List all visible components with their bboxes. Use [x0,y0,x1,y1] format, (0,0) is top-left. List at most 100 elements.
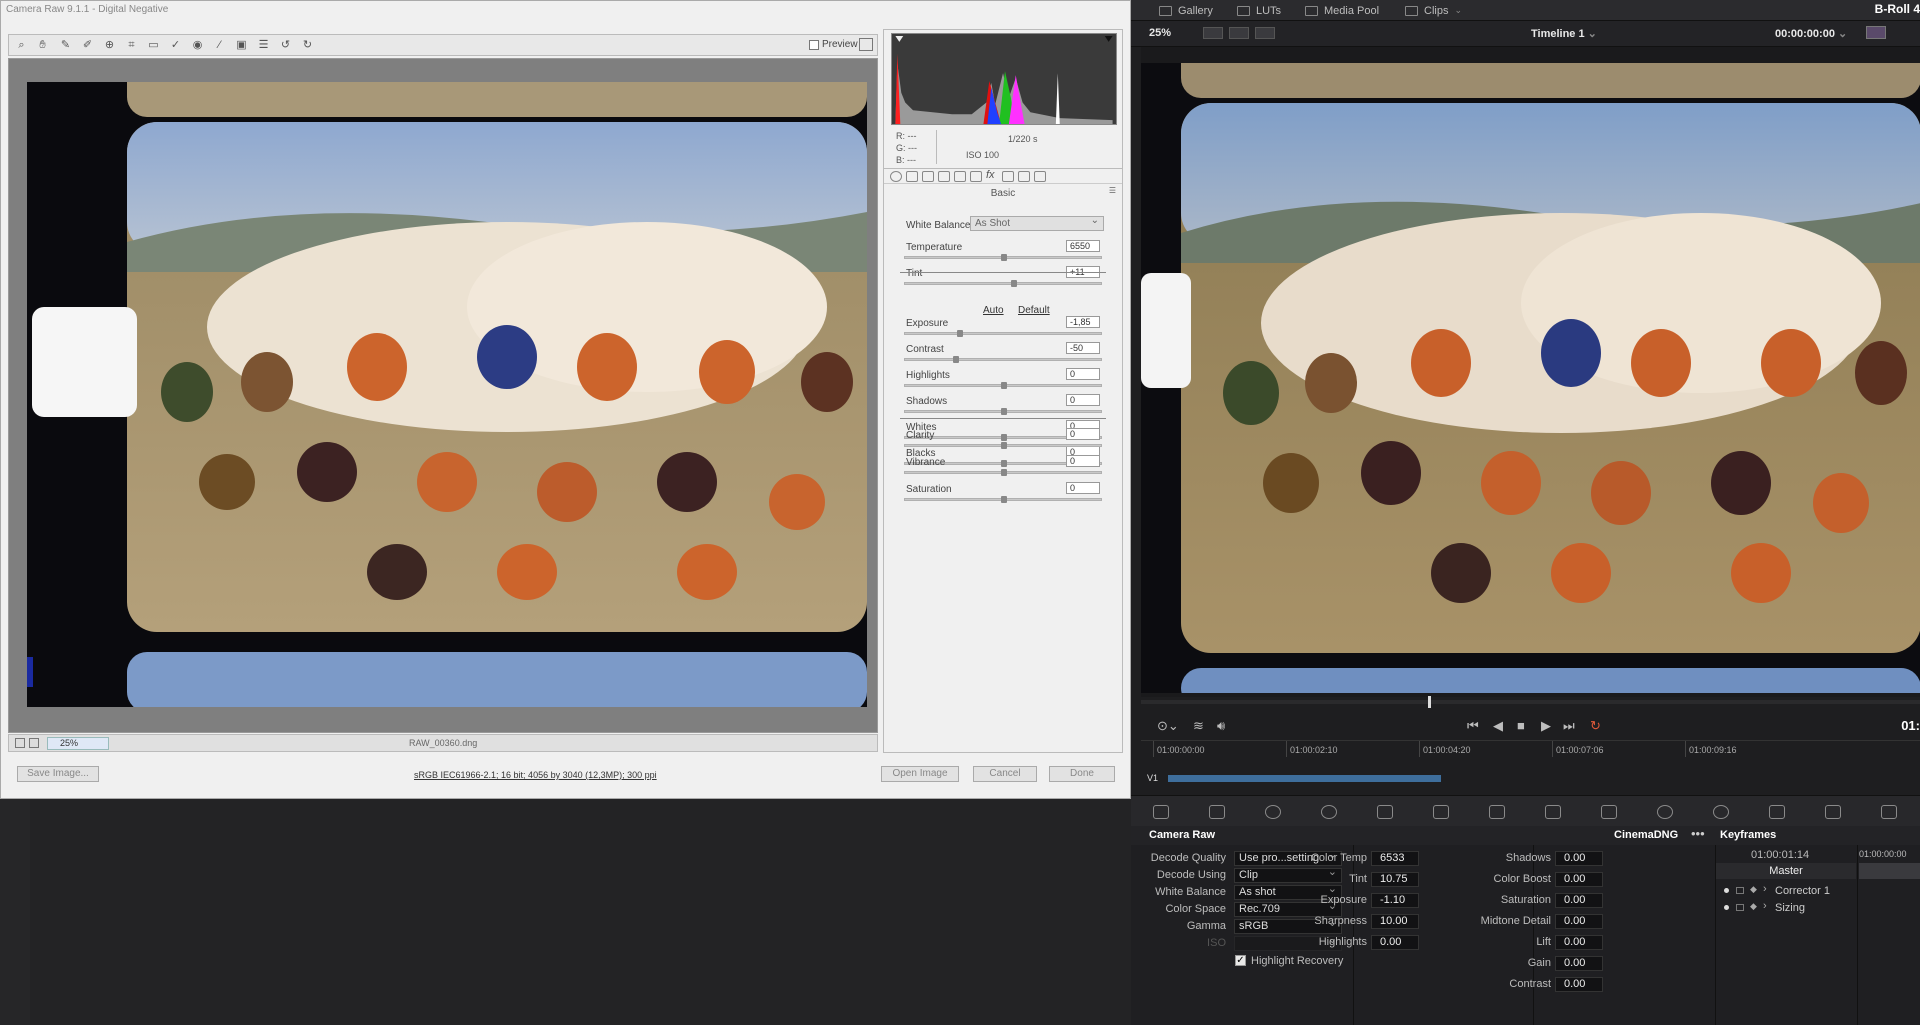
fullscreen-icon[interactable] [859,38,873,51]
slider-thumb[interactable] [1001,434,1007,441]
white-balance-dropdown[interactable]: As Shot [970,214,1104,231]
tab-snapshots-icon[interactable] [1034,171,1046,182]
scrub-bar[interactable] [1141,696,1920,708]
tracker-icon[interactable] [1713,805,1729,819]
saturation-value-input[interactable]: 0 [1066,482,1100,494]
midtone-detail-value[interactable]: 0.00 [1555,914,1603,929]
auto-link[interactable]: Auto [983,305,1004,316]
curves-icon[interactable] [1433,805,1449,819]
straighten-tool-icon[interactable]: ▭ [147,39,160,52]
zoom-out-icon[interactable] [15,738,25,748]
tint-value[interactable]: 10.75 [1371,872,1419,887]
contrast-slider[interactable] [904,356,1102,363]
color-boost-value[interactable]: 0.00 [1555,872,1603,887]
tab-detail-icon[interactable] [922,171,934,182]
split-viewer-icon[interactable] [1255,27,1275,39]
view-options-icon[interactable]: ⊙⌄ [1157,718,1179,734]
open-image-button[interactable]: Open Image [881,766,959,782]
tab-clips[interactable]: Clips ⌄ [1405,2,1462,19]
shadows-value[interactable]: 0.00 [1555,851,1603,866]
skip-start-icon[interactable]: ⏮︎ [1467,718,1479,734]
decode-using-dropdown[interactable]: Clip [1234,866,1342,883]
skip-end-icon[interactable]: ⏭︎ [1563,718,1575,734]
slider-thumb[interactable] [1001,442,1007,449]
clarity-slider[interactable] [904,442,1102,449]
sharpness-value[interactable]: 10.00 [1371,914,1419,929]
preferences-icon[interactable]: ☰ [257,39,270,52]
keyframe-diamond-icon[interactable]: ◆ [1750,901,1757,912]
loop-icon[interactable]: ↻ [1590,718,1601,734]
keyframe-diamond-icon[interactable]: ◆ [1750,884,1757,895]
slider-thumb[interactable] [1001,496,1007,503]
preview-checkbox[interactable] [809,39,819,50]
zoom-select[interactable]: 25% [47,737,109,750]
exposure-value-input[interactable]: -1,85 [1066,316,1100,328]
saturation-value[interactable]: 0.00 [1555,893,1603,908]
workflow-options-link[interactable]: sRGB IEC61966-2.1; 16 bit; 4056 by 3040 … [414,770,657,780]
temperature-value-input[interactable]: 6550 [1066,240,1100,252]
rotate-left-icon[interactable]: ↺ [279,39,292,52]
more-options-icon[interactable]: ••• [1691,826,1705,841]
highlights-value-input[interactable]: 0 [1066,368,1100,380]
tab-camera-calibration-icon[interactable] [1002,171,1014,182]
blur-icon[interactable] [1825,805,1841,819]
keyframe-row[interactable]: ◆ › Corrector 1 [1716,883,1856,899]
dual-viewer-icon[interactable] [1229,27,1249,39]
default-link[interactable]: Default [1018,305,1050,316]
gain-value[interactable]: 0.00 [1555,956,1603,971]
slider-thumb[interactable] [1001,460,1007,467]
tab-tone-curve-icon[interactable] [906,171,918,182]
hand-tool-icon[interactable]: ✋︎ [36,39,49,52]
chevron-right-icon[interactable]: › [1763,883,1767,895]
highlights-value[interactable]: 0.00 [1371,935,1419,950]
panel-menu-icon[interactable]: ☰ [1109,186,1116,195]
vibrance-value-input[interactable]: 0 [1066,455,1100,467]
tab-lens-icon[interactable] [970,171,982,182]
tab-gallery[interactable]: Gallery [1159,2,1213,19]
color-temp-value[interactable]: 6533 [1371,851,1419,866]
slider-thumb[interactable] [1010,280,1017,287]
playhead[interactable] [1428,696,1431,708]
vibrance-slider[interactable] [904,469,1102,476]
magic-mask-icon[interactable] [1769,805,1785,819]
targeted-adjustment-icon[interactable]: ⊕ [103,39,116,52]
rgb-mixer-icon[interactable] [1321,805,1337,819]
temperature-slider[interactable] [904,254,1102,261]
volume-icon[interactable]: 🔊︎ [1217,718,1225,734]
slider-thumb[interactable] [956,330,963,337]
slider-thumb[interactable] [953,356,959,363]
tab-basic-icon[interactable] [890,171,902,182]
tab-presets-icon[interactable] [1018,171,1030,182]
save-image-button[interactable]: Save Image... [17,766,99,782]
tab-fx-icon[interactable]: fx [986,169,995,181]
tint-slider[interactable] [904,280,1102,287]
clarity-value-input[interactable]: 0 [1066,428,1100,440]
tab-hsl-icon[interactable] [938,171,950,182]
play-icon[interactable]: ▶ [1541,718,1551,734]
step-back-icon[interactable]: ◀ [1493,718,1503,734]
shadows-slider[interactable] [904,408,1102,415]
single-viewer-icon[interactable] [1203,27,1223,39]
keyframe-master[interactable]: Master [1716,863,1856,879]
tab-luts[interactable]: LUTs [1237,2,1281,19]
color-match-icon[interactable] [1209,805,1225,819]
shadows-value-input[interactable]: 0 [1066,394,1100,406]
lift-value[interactable]: 0.00 [1555,935,1603,950]
color-sampler-icon[interactable]: ✐ [81,39,94,52]
exposure-value[interactable]: -1.10 [1371,893,1419,908]
stop-icon[interactable]: ■ [1517,718,1525,733]
power-window-icon[interactable] [1657,805,1673,819]
keyframe-row[interactable]: ◆ › Sizing [1716,900,1856,916]
slider-thumb[interactable] [1001,254,1007,261]
color-wheels-icon[interactable] [1265,805,1281,819]
warper-icon[interactable] [1545,805,1561,819]
timeline-ruler[interactable]: 01:00:00:00 01:00:02:10 01:00:04:20 01:0… [1141,740,1920,758]
contrast-value[interactable]: 0.00 [1555,977,1603,992]
slider-thumb[interactable] [1001,382,1007,389]
contrast-value-input[interactable]: -50 [1066,342,1100,354]
red-eye-icon[interactable]: ◉ [191,39,204,52]
highlight-recovery-checkbox[interactable]: ✓ [1235,955,1246,966]
qualifier-icon[interactable] [1601,805,1617,819]
slider-thumb[interactable] [1001,469,1007,476]
curves-edit-icon[interactable] [1489,805,1505,819]
